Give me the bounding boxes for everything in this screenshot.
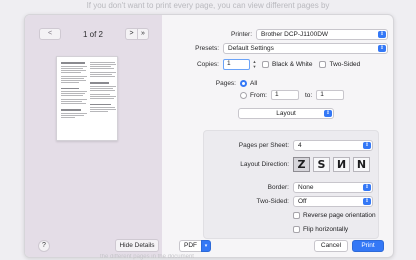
- layout-options-box: Pages per Sheet: 4 ⇕ Layout Direction: Z…: [203, 130, 379, 239]
- copies-label: Copies:: [196, 60, 219, 68]
- section-value: Layout: [276, 109, 296, 117]
- layout-direction-n-reverse-button[interactable]: N: [333, 157, 350, 172]
- chevron-updown-icon: ⇕: [363, 183, 371, 191]
- reverse-orientation-label: Reverse page orientation: [303, 211, 376, 219]
- pages-from-input[interactable]: 1: [270, 90, 299, 100]
- two-sided-checkbox[interactable]: [319, 60, 327, 68]
- two-sided-layout-label: Two-Sided:: [256, 197, 289, 205]
- next-page-button[interactable]: >: [124, 28, 137, 40]
- pages-range-radio[interactable]: [240, 91, 247, 99]
- pdf-label: PDF: [179, 240, 201, 252]
- two-sided-layout-select[interactable]: Off ⇕: [293, 195, 373, 207]
- presets-row: Presets: Default Settings ⇕: [162, 42, 393, 54]
- reverse-orientation-checkbox[interactable]: [293, 211, 300, 219]
- black-white-label: Black & White: [272, 60, 313, 68]
- preview-pane: < 1 of 2 > » ? Hide Details: [25, 15, 162, 257]
- layout-direction-label: Layout Direction:: [240, 161, 289, 168]
- two-sided-label: Two-Sided: [329, 60, 361, 68]
- preview-column-left: [61, 62, 87, 119]
- layout-direction-row: Layout Direction: Z S N N: [204, 156, 373, 173]
- border-value: None: [298, 183, 314, 191]
- layout-direction-z-button[interactable]: Z: [293, 157, 310, 172]
- pdf-menu-button[interactable]: PDF ▾: [179, 240, 211, 252]
- printer-label: Printer:: [231, 30, 252, 38]
- border-row: Border: None ⇕: [204, 181, 373, 193]
- flip-horizontal-checkbox[interactable]: [293, 225, 300, 233]
- layout-direction-s-button[interactable]: S: [313, 157, 330, 172]
- pages-all-row: Pages: All: [162, 77, 257, 89]
- section-select[interactable]: Layout ⇕: [238, 107, 334, 119]
- pages-all-radio[interactable]: [240, 79, 247, 87]
- hide-details-button[interactable]: Hide Details: [115, 239, 159, 252]
- flip-horizontal-row: Flip horizontally: [293, 223, 348, 235]
- presets-select[interactable]: Default Settings ⇕: [223, 42, 388, 54]
- chevron-down-icon: ▾: [201, 240, 211, 252]
- presets-label: Presets:: [195, 44, 219, 52]
- background-caption: If you don't want to print every page, y…: [86, 1, 330, 10]
- pages-to-label: to:: [304, 91, 313, 99]
- flip-horizontal-label: Flip horizontally: [303, 225, 349, 233]
- black-white-checkbox[interactable]: [262, 60, 269, 68]
- help-button[interactable]: ?: [38, 240, 50, 252]
- section-row: Layout ⇕: [238, 107, 334, 119]
- print-button[interactable]: Print: [352, 240, 384, 252]
- reverse-orientation-row: Reverse page orientation: [293, 209, 376, 221]
- printer-row: Printer: Brother DCP-J1100DW ⇕: [162, 28, 393, 40]
- chevron-updown-icon: ⇕: [363, 141, 371, 149]
- next-page-label: >: [129, 30, 134, 37]
- pages-from-label: From:: [250, 91, 267, 99]
- two-sided-layout-value: Off: [298, 197, 307, 205]
- last-page-label: »: [141, 30, 145, 37]
- chevron-updown-icon: ⇕: [378, 30, 386, 38]
- two-sided-layout-row: Two-Sided: Off ⇕: [204, 195, 373, 207]
- copies-row: Copies: 1 ▲ ▼ Black & White Two-Sided: [162, 58, 360, 70]
- page-indicator: 1 of 2: [82, 29, 103, 39]
- border-select[interactable]: None ⇕: [293, 181, 373, 193]
- pages-range-row: From: 1 to: 1: [240, 89, 345, 101]
- layout-direction-n-reverse-glyph: N: [336, 158, 347, 171]
- preview-column-right: [90, 62, 116, 113]
- chevron-updown-icon: ⇕: [324, 109, 332, 117]
- pages-per-sheet-select[interactable]: 4 ⇕: [293, 139, 373, 151]
- page-preview-thumbnail: [56, 56, 118, 141]
- background-caption-bottom: the different pages in the document: [100, 254, 194, 260]
- pages-per-sheet-row: Pages per Sheet: 4 ⇕: [204, 139, 373, 151]
- last-page-button[interactable]: »: [136, 28, 149, 40]
- layout-direction-n-button[interactable]: N: [353, 157, 370, 172]
- pages-per-sheet-label: Pages per Sheet:: [238, 141, 289, 149]
- previous-page-button[interactable]: <: [39, 28, 61, 40]
- printer-value: Brother DCP-J1100DW: [261, 30, 329, 38]
- pages-all-label: All: [250, 79, 258, 87]
- copies-input[interactable]: 1: [223, 58, 250, 70]
- copies-stepper[interactable]: ▲ ▼: [252, 59, 257, 69]
- chevron-updown-icon: ⇕: [363, 197, 371, 205]
- pages-per-sheet-value: 4: [298, 141, 302, 149]
- print-dialog: < 1 of 2 > » ? Hide Details Printer: Bro…: [24, 14, 394, 258]
- presets-value: Default Settings: [228, 44, 274, 52]
- settings-pane: Printer: Brother DCP-J1100DW ⇕ Presets: …: [162, 15, 393, 257]
- border-label: Border:: [267, 183, 289, 191]
- cancel-button[interactable]: Cancel: [314, 240, 348, 252]
- pages-label: Pages:: [215, 79, 236, 87]
- chevron-updown-icon: ⇕: [378, 44, 386, 52]
- printer-select[interactable]: Brother DCP-J1100DW ⇕: [256, 28, 388, 40]
- pager: < 1 of 2 > »: [39, 27, 149, 41]
- pages-to-input[interactable]: 1: [316, 90, 345, 100]
